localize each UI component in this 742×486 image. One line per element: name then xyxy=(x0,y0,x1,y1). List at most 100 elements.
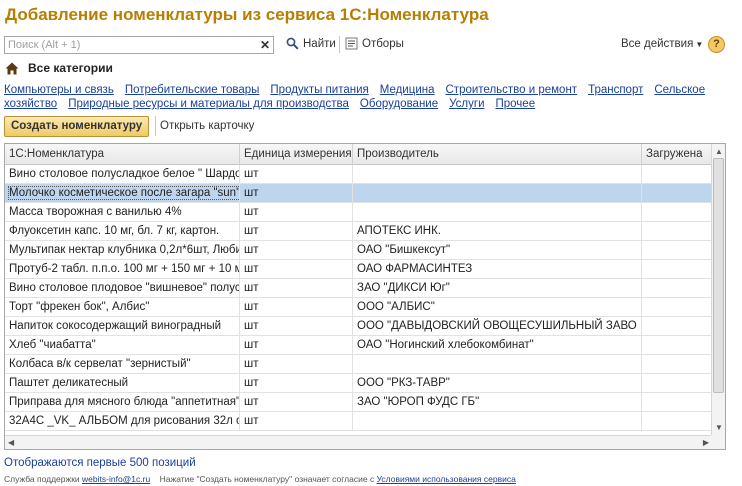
cell-manufacturer: ЗАО "ЮРОП ФУДС ГБ" xyxy=(353,393,642,412)
cell-unit-text: шт xyxy=(244,168,259,180)
table-row[interactable]: Напиток сокосодержащий виноградный шт ООО … xyxy=(5,317,712,336)
cell-manufacturer: АПОТЕКС ИНК. xyxy=(353,222,642,241)
search-field[interactable]: ✕ xyxy=(4,36,274,54)
cell-nomenclature-text: Напиток сокосодержащий виноградный xyxy=(9,320,222,332)
open-card-button[interactable]: Открыть карточку xyxy=(160,120,254,132)
category-link-natural-resources[interactable]: Природные ресурсы и материалы для произв… xyxy=(68,98,349,110)
scroll-down-icon[interactable]: ▼ xyxy=(715,423,723,432)
table-row[interactable]: Хлеб "чиабатта" шт ОАО "Ногинский хлебоком… xyxy=(5,336,712,355)
category-link-equipment[interactable]: Оборудование xyxy=(360,98,438,110)
cell-unit-text: шт xyxy=(244,339,259,351)
cell-nomenclature-text: Флуоксетин капс. 10 мг, бл. 7 кг, картон… xyxy=(9,225,220,237)
create-nomenclature-button[interactable]: Создать номенклатуру xyxy=(4,116,150,137)
table-row[interactable]: Колбаса в/к сервелат "зернистый" шт xyxy=(5,355,712,374)
all-actions-menu[interactable]: Все действия ▼ xyxy=(621,38,703,50)
filter-icon xyxy=(345,37,358,50)
actions-separator xyxy=(155,116,156,136)
table-row[interactable]: Приправа для мясного блюда "аппетитная" ш… xyxy=(5,393,712,412)
cell-unit: шт xyxy=(240,203,353,222)
support-line: Служба поддержки webits-info@1c.ru Нажат… xyxy=(4,474,516,484)
cell-unit-text: шт xyxy=(244,244,259,256)
column-header-nomenclature[interactable]: 1С:Номенклатура xyxy=(5,144,240,165)
category-link-computers[interactable]: Компьютеры и связь xyxy=(4,84,114,96)
cell-loaded xyxy=(642,165,712,184)
cell-manufacturer-text: АПОТЕКС ИНК. xyxy=(357,225,441,237)
cell-loaded xyxy=(642,393,712,412)
selections-button[interactable]: Отборы xyxy=(345,37,404,50)
table-row[interactable]: Протуб-2 табл. п.п.о. 100 мг + 150 мг + … xyxy=(5,260,712,279)
category-link-services[interactable]: Услуги xyxy=(449,98,484,110)
category-link-other[interactable]: Прочее xyxy=(496,98,536,110)
table-row[interactable]: Мультипак нектар клубника 0,2л*6шт, Люби… xyxy=(5,241,712,260)
cell-nomenclature: Хлеб "чиабатта" xyxy=(5,336,240,355)
cell-unit: шт xyxy=(240,355,353,374)
cell-nomenclature-text: Молочко косметическое после загара "sun" xyxy=(7,186,240,200)
home-icon xyxy=(5,62,19,74)
category-link-food[interactable]: Продукты питания xyxy=(270,84,368,96)
page-title: Добавление номенклатуры из сервиса 1С:Но… xyxy=(5,5,489,24)
table-row[interactable]: Торт "фрекен бок", Албис" шт ООО "АЛБИС" xyxy=(5,298,712,317)
scroll-left-icon[interactable]: ◀ xyxy=(8,438,14,447)
category-link-medicine[interactable]: Медицина xyxy=(380,84,435,96)
cell-loaded xyxy=(642,222,712,241)
table-row[interactable]: Паштет деликатесный шт ООО "РКЗ-ТАВР" xyxy=(5,374,712,393)
find-button[interactable]: Найти xyxy=(286,37,336,50)
all-actions-label: Все действия xyxy=(621,38,694,50)
cell-manufacturer: ОАО "Ногинский хлебокомбинат" xyxy=(353,336,642,355)
cell-manufacturer: ООО "АЛБИС" xyxy=(353,298,642,317)
cell-nomenclature: Вино столовое плодовое "вишневое" полусл… xyxy=(5,279,240,298)
category-link-consumer-goods[interactable]: Потребительские товары xyxy=(125,84,260,96)
cell-nomenclature-text: Торт "фрекен бок", Албис" xyxy=(9,301,150,313)
cell-unit-text: шт xyxy=(244,377,259,389)
cell-unit: шт xyxy=(240,374,353,393)
scroll-up-icon[interactable]: ▲ xyxy=(715,147,723,156)
horizontal-scrollbar[interactable]: ◀ ▶ xyxy=(5,435,712,449)
cell-nomenclature: Напиток сокосодержащий виноградный xyxy=(5,317,240,336)
scrollbar-corner xyxy=(711,435,725,449)
column-header-loaded[interactable]: Загружена xyxy=(642,144,712,165)
help-icon[interactable]: ? xyxy=(708,36,725,53)
cell-nomenclature-text: Вино столовое полусладкое белое " Шардон… xyxy=(9,168,240,180)
table-row[interactable]: 32А4С _VK_ АЛЬБОМ для рисования 32л скле… xyxy=(5,412,712,431)
cell-manufacturer xyxy=(353,184,642,203)
cell-nomenclature: Масса творожная с ванилью 4% xyxy=(5,203,240,222)
cell-unit: шт xyxy=(240,279,353,298)
all-categories-nav[interactable]: Все категории xyxy=(5,61,113,75)
cell-nomenclature-text: Приправа для мясного блюда "аппетитная" xyxy=(9,396,240,408)
cell-loaded xyxy=(642,241,712,260)
cell-nomenclature-text: Колбаса в/к сервелат "зернистый" xyxy=(9,358,191,370)
cell-manufacturer-text: ООО "РКЗ-ТАВР" xyxy=(357,377,450,389)
table-row[interactable]: Флуоксетин капс. 10 мг, бл. 7 кг, картон… xyxy=(5,222,712,241)
category-link-construction[interactable]: Строительство и ремонт xyxy=(446,84,578,96)
cell-loaded xyxy=(642,260,712,279)
table-row[interactable]: Вино столовое плодовое "вишневое" полусл… xyxy=(5,279,712,298)
table-row[interactable]: Вино столовое полусладкое белое " Шардон… xyxy=(5,165,712,184)
table-row[interactable]: Масса творожная с ванилью 4% шт xyxy=(5,203,712,222)
clear-icon[interactable]: ✕ xyxy=(258,38,272,52)
category-link-transport[interactable]: Транспорт xyxy=(588,84,643,96)
column-header-manufacturer[interactable]: Производитель xyxy=(353,144,642,165)
support-email-link[interactable]: webits-info@1c.ru xyxy=(82,474,150,484)
cell-loaded xyxy=(642,336,712,355)
cell-manufacturer xyxy=(353,412,642,431)
scroll-thumb[interactable] xyxy=(713,158,724,393)
cell-nomenclature: Протуб-2 табл. п.п.о. 100 мг + 150 мг + … xyxy=(5,260,240,279)
search-input[interactable] xyxy=(5,37,255,53)
scroll-right-icon[interactable]: ▶ xyxy=(703,438,709,447)
cell-nomenclature: Колбаса в/к сервелат "зернистый" xyxy=(5,355,240,374)
cell-loaded xyxy=(642,279,712,298)
search-icon xyxy=(286,37,299,50)
cell-manufacturer xyxy=(353,165,642,184)
cell-manufacturer-text: ОАО ФАРМАСИНТЕЗ xyxy=(357,263,473,275)
column-header-unit[interactable]: Единица измерения xyxy=(240,144,353,165)
nomenclature-table: 1С:Номенклатура Единица измерения Произв… xyxy=(4,143,726,450)
cell-loaded xyxy=(642,317,712,336)
vertical-scrollbar[interactable]: ▲ ▼ xyxy=(711,144,725,435)
cell-nomenclature-text: Хлеб "чиабатта" xyxy=(9,339,96,351)
cell-loaded xyxy=(642,298,712,317)
cell-unit: шт xyxy=(240,336,353,355)
cell-unit: шт xyxy=(240,184,353,203)
terms-link[interactable]: Условиями использования сервиса xyxy=(377,474,516,484)
cell-unit: шт xyxy=(240,317,353,336)
table-row[interactable]: Молочко косметическое после загара "sun"… xyxy=(5,184,712,203)
